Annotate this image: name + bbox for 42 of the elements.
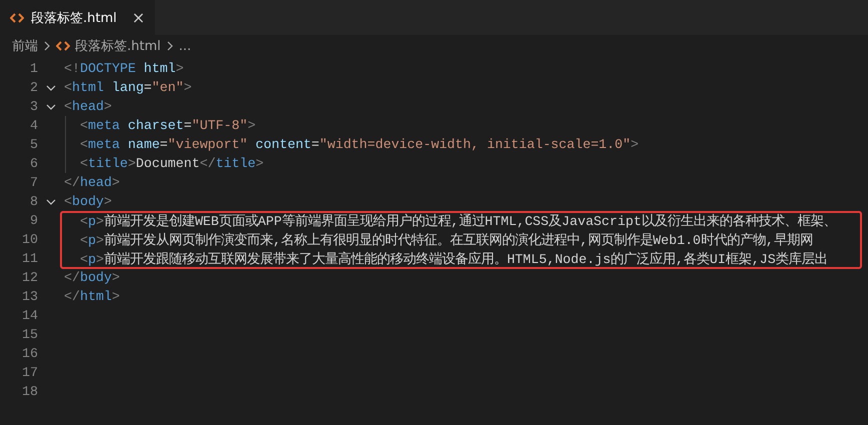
chevron-down-icon[interactable]	[46, 196, 56, 206]
line-number: 6	[29, 156, 38, 171]
line-number: 11	[21, 251, 38, 266]
line-number: 8	[29, 194, 38, 209]
line-number: 17	[21, 365, 38, 380]
code-line: <head>	[64, 99, 112, 114]
chevron-right-icon	[166, 41, 174, 51]
editor-tab[interactable]: 段落标签.html ×	[0, 0, 156, 35]
code-line: </html>	[64, 289, 120, 304]
line-number: 10	[21, 232, 38, 247]
breadcrumb-item[interactable]: ...	[178, 38, 192, 54]
breadcrumb-item[interactable]: 前端	[12, 37, 38, 55]
chevron-down-icon[interactable]	[46, 82, 56, 92]
line-number: 15	[21, 327, 38, 342]
code-line: <title>Document</title>	[79, 156, 264, 171]
code-line: <meta charset="UTF-8">	[79, 118, 256, 133]
code-line: </body>	[64, 270, 120, 285]
line-number: 18	[21, 384, 38, 399]
code-file-icon	[56, 40, 70, 52]
line-number: 7	[29, 175, 38, 190]
code-line: <meta name="viewport" content="width=device-width, initial-scale=1.0">	[79, 137, 639, 152]
chevron-right-icon	[43, 41, 51, 51]
line-number: 2	[29, 80, 38, 95]
code-line: <p>前端开发从网页制作演变而来,名称上有很明显的时代特征。在互联网的演化进程中,网页制作是Web1.0时代的产物,早期网	[79, 232, 813, 248]
breadcrumb-item[interactable]: 段落标签.html	[75, 37, 161, 55]
line-number: 4	[29, 118, 38, 133]
chevron-down-icon[interactable]	[46, 102, 56, 112]
code-line: </head>	[64, 175, 120, 190]
code-line: <p>前端开发是创建WEB页面或APP等前端界面呈现给用户的过程,通过HTML,CSS及JavaScript以及衍生出来的各种技术、框架、	[79, 212, 836, 230]
line-number: 5	[29, 137, 38, 152]
code-line: <body>	[64, 194, 112, 209]
line-number: 13	[21, 289, 38, 304]
code-file-icon	[10, 12, 24, 24]
line-number: 12	[21, 270, 38, 285]
line-number: 14	[21, 308, 38, 323]
line-number: 16	[21, 346, 38, 361]
code-line: <html lang="en">	[64, 80, 192, 95]
line-number: 1	[29, 61, 38, 76]
line-number: 9	[29, 213, 38, 228]
line-number: 3	[29, 99, 38, 114]
code-line: <p>前端开发跟随移动互联网发展带来了大量高性能的移动终端设备应用。HTML5,Node.js的广泛应用,各类UI框架,JS类库层出	[79, 250, 828, 268]
code-line: <!DOCTYPE html>	[64, 61, 184, 76]
